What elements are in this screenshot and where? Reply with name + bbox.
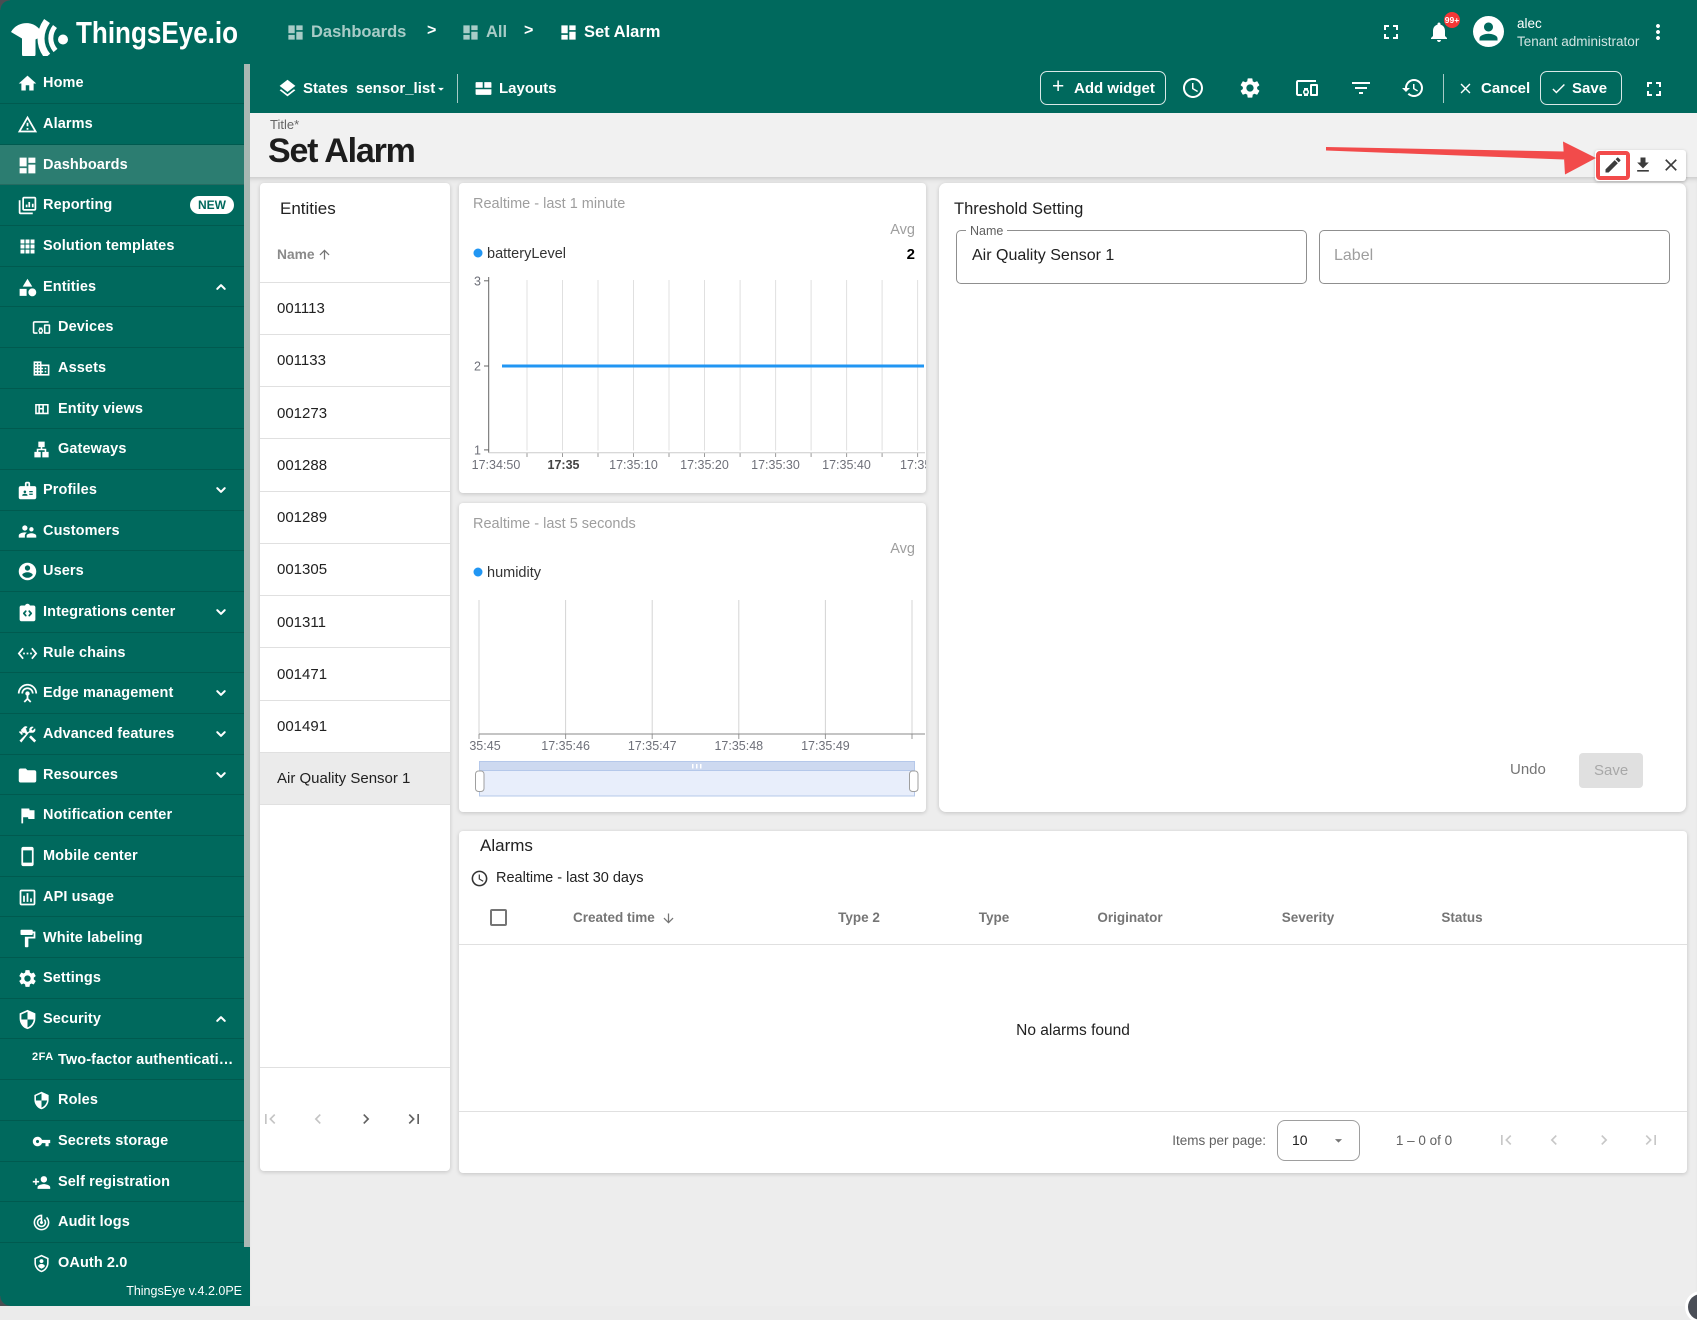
svg-text:17:35:49: 17:35:49 (801, 739, 850, 753)
svg-text:17:35:30: 17:35:30 (751, 458, 800, 472)
svg-text:17:35:20: 17:35:20 (680, 458, 729, 472)
svg-text:1: 1 (474, 443, 481, 457)
svg-text:Realtime - last 1 minute: Realtime - last 1 minute (473, 196, 625, 212)
svg-text:17:35:48: 17:35:48 (714, 739, 763, 753)
svg-text:17:35:47: 17:35:47 (628, 739, 677, 753)
svg-text:35:45: 35:45 (469, 739, 500, 753)
svg-text:3: 3 (474, 274, 481, 288)
svg-text:17:35:40: 17:35:40 (822, 458, 871, 472)
svg-text:Avg: Avg (890, 222, 915, 238)
svg-text:17:35: 17:35 (548, 458, 580, 472)
svg-text:Avg: Avg (890, 541, 915, 557)
svg-text:17:34:50: 17:34:50 (472, 458, 521, 472)
svg-text:2: 2 (474, 360, 481, 374)
svg-text:2: 2 (907, 246, 915, 263)
svg-text:17:35:10: 17:35:10 (609, 458, 658, 472)
svg-text:17:35:50: 17:35:50 (900, 458, 926, 472)
svg-text:batteryLevel: batteryLevel (487, 246, 566, 262)
svg-text:humidity: humidity (487, 565, 542, 581)
svg-text:Realtime - last 5 seconds: Realtime - last 5 seconds (473, 516, 636, 532)
svg-text:17:35:46: 17:35:46 (541, 739, 590, 753)
